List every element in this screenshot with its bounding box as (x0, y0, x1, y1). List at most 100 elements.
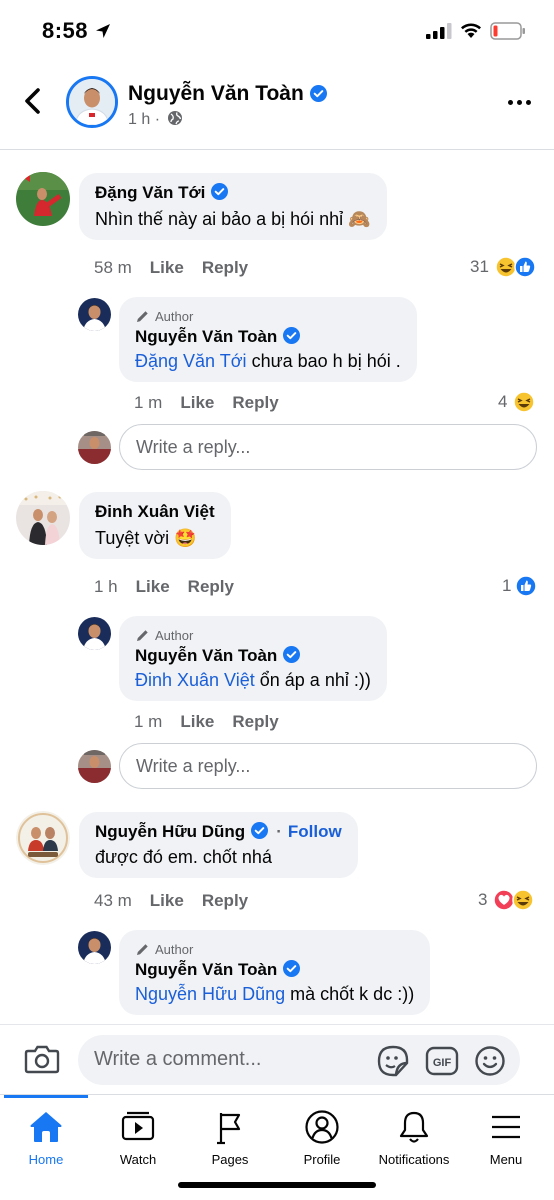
flag-icon (217, 1113, 241, 1145)
comment-bubble[interactable]: Nguyễn Hữu Dũng · Follow được đó em. chốt … (79, 812, 358, 878)
profile-icon (305, 1110, 339, 1144)
comment-bubble[interactable]: Đặng Văn Tới Nhìn thế này ai bảo a bị hó… (79, 173, 387, 240)
like-button[interactable]: Like (136, 577, 170, 596)
home-icon (30, 1112, 62, 1142)
svg-text:GIF: GIF (433, 1057, 452, 1069)
commenter-name[interactable]: Đặng Văn Tới (95, 183, 371, 203)
reply-text: Nguyễn Hữu Dũng mà chốt k dc :)) (135, 984, 415, 1004)
reply-author-avatar[interactable] (78, 617, 111, 650)
current-user-avatar (78, 750, 111, 783)
reply-button[interactable]: Reply (202, 891, 248, 910)
comment-actions: 43 m Like Reply (94, 891, 248, 911)
follow-button[interactable]: Follow (288, 822, 342, 841)
reply-time: 1 m (134, 712, 163, 731)
battery-icon (490, 22, 525, 40)
bell-icon (399, 1111, 429, 1143)
mention-link[interactable]: Đặng Văn Tới (135, 351, 247, 371)
reply-button[interactable]: Reply (232, 393, 278, 412)
tab-pages[interactable]: Pages (184, 1109, 276, 1167)
author-avatar[interactable] (66, 76, 118, 128)
reply-author-name[interactable]: Nguyễn Văn Toàn (135, 960, 414, 980)
reply-author-name[interactable]: Nguyễn Văn Toàn (135, 327, 401, 347)
like-button[interactable]: Like (180, 712, 214, 731)
mention-link[interactable]: Nguyễn Hữu Dũng (135, 984, 285, 1004)
tab-watch[interactable]: Watch (92, 1109, 184, 1167)
verified-badge-icon (283, 646, 301, 663)
commenter-avatar[interactable] (16, 491, 70, 545)
status-bar: 8:58 (0, 0, 554, 62)
comment-text: Nhìn thế này ai bảo a bị hói nhỉ 🙈 (95, 209, 371, 229)
comment-bubble[interactable]: Đinh Xuân Việt Tuyệt vời 🤩 (79, 492, 231, 559)
reply-actions: 1 m Like Reply (134, 712, 279, 732)
reply-input[interactable]: Write a reply... (119, 743, 537, 789)
comment-time: 58 m (94, 258, 132, 277)
cellular-signal-icon (426, 23, 452, 39)
reaction-summary[interactable]: 3 (478, 889, 535, 911)
verified-badge-icon (283, 327, 301, 344)
sticker-icon[interactable] (376, 1045, 410, 1077)
author-tag: Author (135, 628, 371, 643)
reply-text: Đặng Văn Tới chưa bao h bị hói . (135, 351, 401, 371)
reply-bubble[interactable]: Author Nguyễn Văn Toàn Đặng Văn Tới chưa… (119, 297, 417, 382)
pencil-icon (137, 944, 148, 955)
commenter-avatar[interactable] (16, 811, 70, 865)
author-name[interactable]: Nguyễn Văn Toàn (128, 82, 327, 106)
reply-input[interactable]: Write a reply... (119, 424, 537, 470)
like-button[interactable]: Like (150, 891, 184, 910)
comment-actions: 58 m Like Reply (94, 258, 248, 278)
location-arrow-icon (96, 24, 110, 38)
like-button[interactable]: Like (180, 393, 214, 412)
comment-time: 43 m (94, 891, 132, 910)
comment-actions: 1 h Like Reply (94, 577, 234, 597)
gif-icon[interactable]: GIF (425, 1045, 459, 1077)
camera-icon[interactable] (24, 1043, 60, 1075)
pencil-icon (137, 630, 148, 641)
author-tag: Author (135, 942, 414, 957)
comments-feed[interactable]: Đặng Văn Tới Nhìn thế này ai bảo a bị hó… (0, 150, 554, 1024)
commenter-name[interactable]: Nguyễn Hữu Dũng · Follow (95, 822, 342, 842)
commenter-avatar[interactable] (16, 172, 70, 226)
tab-menu[interactable]: Menu (460, 1109, 552, 1167)
back-button[interactable] (18, 86, 48, 116)
comment-text: Tuyệt vời 🤩 (95, 528, 197, 548)
like-reaction-icon (515, 575, 538, 597)
post-meta: 1 h · (128, 110, 183, 129)
reply-bubble[interactable]: Author Nguyễn Văn Toàn Nguyễn Hữu Dũng m… (119, 930, 431, 1015)
comment-text: được đó em. chốt nhá (95, 847, 272, 867)
wifi-icon (461, 23, 481, 38)
reply-button[interactable]: Reply (232, 712, 278, 731)
globe-icon (168, 111, 183, 125)
tab-notifications[interactable]: Notifications (368, 1109, 460, 1167)
comment-time: 1 h (94, 577, 118, 596)
like-reaction-icon (514, 256, 536, 278)
reply-author-avatar[interactable] (78, 298, 111, 331)
reply-bubble[interactable]: Author Nguyễn Văn Toàn Đinh Xuân Việt ổn… (119, 616, 387, 701)
reply-text: Đinh Xuân Việt ổn áp a nhỉ :)) (135, 670, 371, 690)
reaction-summary[interactable]: 31 (470, 256, 536, 278)
reply-author-avatar[interactable] (78, 931, 111, 964)
emoji-icon[interactable] (474, 1045, 506, 1077)
current-user-avatar (78, 431, 111, 464)
author-tag: Author (135, 309, 401, 324)
reply-time: 1 m (134, 393, 163, 412)
reaction-summary[interactable]: 4 (498, 391, 536, 413)
verified-badge-icon (283, 960, 301, 977)
menu-icon (492, 1115, 520, 1139)
post-header: Nguyễn Văn Toàn 1 h · (0, 62, 554, 150)
mention-link[interactable]: Đinh Xuân Việt (135, 670, 255, 690)
haha-reaction-icon (512, 889, 535, 911)
more-options-button[interactable] (506, 94, 538, 110)
reply-button[interactable]: Reply (188, 577, 234, 596)
commenter-name[interactable]: Đinh Xuân Việt (95, 502, 215, 522)
reaction-summary[interactable]: 1 (502, 575, 538, 597)
verified-badge-icon (251, 822, 269, 839)
tab-home[interactable]: Home (0, 1109, 92, 1167)
like-button[interactable]: Like (150, 258, 184, 277)
reply-button[interactable]: Reply (202, 258, 248, 277)
watch-icon (121, 1111, 155, 1141)
reply-author-name[interactable]: Nguyễn Văn Toàn (135, 646, 371, 666)
comment-composer: Write a comment... GIF (0, 1024, 554, 1094)
haha-reaction-icon (513, 391, 536, 413)
tab-profile[interactable]: Profile (276, 1109, 368, 1167)
pencil-icon (137, 311, 148, 322)
